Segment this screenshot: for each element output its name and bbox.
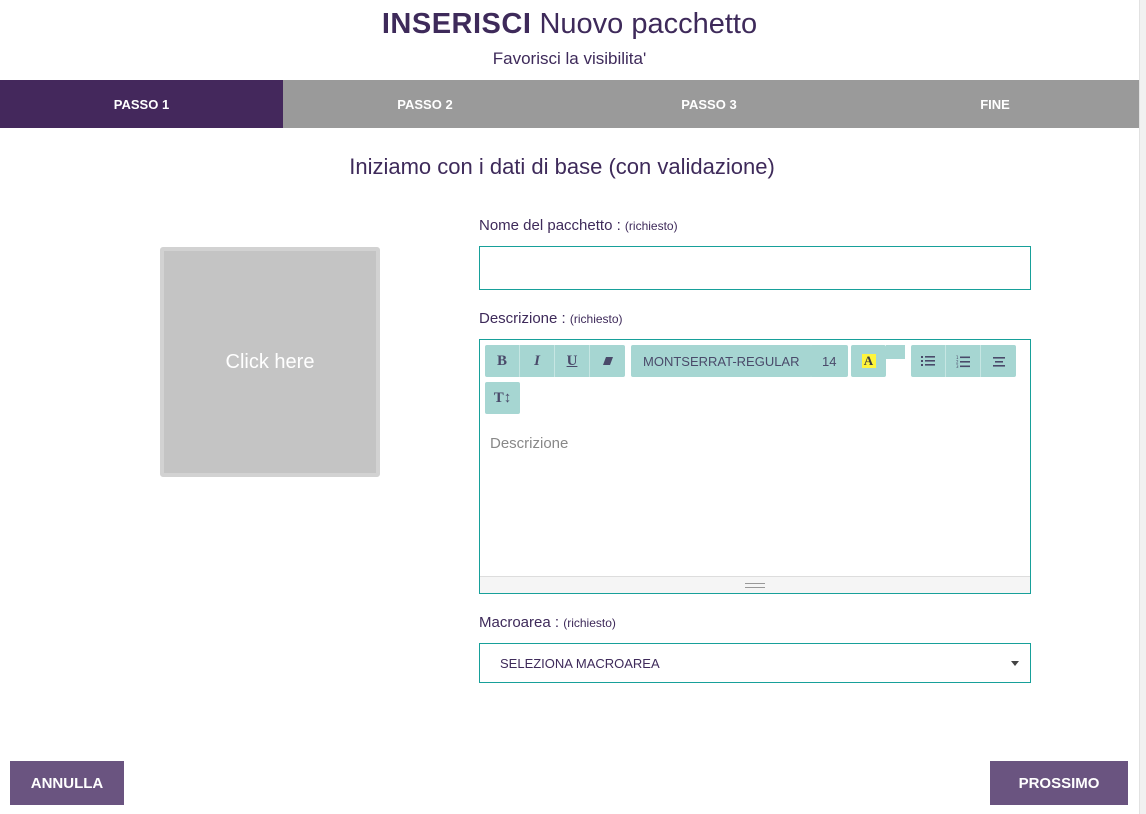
page-title-strong: INSERISCI bbox=[381, 8, 532, 40]
paragraph-button-group: 1 2 3 bbox=[911, 345, 1016, 377]
description-field-label: Descrizione : (richiesto) bbox=[479, 310, 623, 327]
numbered-list-icon: 1 2 3 bbox=[956, 355, 970, 368]
color-dropdown-toggle[interactable] bbox=[886, 345, 905, 359]
name-field-label-text: Nome del pacchetto : bbox=[479, 217, 621, 234]
height-button-group: T↕ bbox=[485, 382, 520, 414]
font-size-dropdown[interactable]: 14 bbox=[810, 345, 848, 377]
next-button[interactable]: PROSSIMO bbox=[990, 761, 1128, 805]
align-icon bbox=[992, 356, 1005, 367]
unordered-list-button[interactable] bbox=[911, 345, 946, 377]
format-button-group: B I U bbox=[485, 345, 625, 377]
step-tab-end[interactable]: FINE bbox=[851, 80, 1139, 128]
chevron-down-icon bbox=[1011, 661, 1019, 666]
text-color-icon: A bbox=[861, 354, 876, 368]
cancel-button[interactable]: ANNULLA bbox=[10, 761, 124, 805]
page-title: INSERISCI Nuovo pacchetto bbox=[0, 8, 1139, 41]
macroarea-selected-value: SELEZIONA MACROAREA bbox=[500, 655, 660, 671]
font-family-group: MONTSERRAT-REGULAR bbox=[631, 345, 812, 377]
macroarea-field-label-text: Macroarea : bbox=[479, 614, 560, 631]
description-editor: B I U MONTSERRAT-REGULAR 14 A 1 2 3 T↕ D… bbox=[479, 339, 1031, 594]
text-color-button[interactable]: A bbox=[851, 345, 886, 377]
macroarea-select[interactable]: SELEZIONA MACROAREA bbox=[479, 643, 1031, 683]
resize-grip-icon bbox=[745, 582, 765, 588]
eraser-icon bbox=[602, 357, 613, 365]
italic-button[interactable]: I bbox=[520, 345, 555, 377]
macroarea-field-label: Macroarea : (richiesto) bbox=[479, 614, 616, 631]
section-title: Iniziamo con i dati di base (con validaz… bbox=[349, 154, 775, 179]
step-tab-3[interactable]: PASSO 3 bbox=[567, 80, 851, 128]
step-tab-1[interactable]: PASSO 1 bbox=[0, 80, 283, 128]
page-title-rest: Nuovo pacchetto bbox=[539, 8, 758, 40]
bold-button[interactable]: B bbox=[485, 345, 520, 377]
package-name-input[interactable] bbox=[479, 246, 1031, 290]
wizard-steps: PASSO 1 PASSO 2 PASSO 3 FINE bbox=[0, 80, 1139, 128]
description-editor-body[interactable]: Descrizione bbox=[490, 435, 568, 452]
underline-button[interactable]: U bbox=[555, 345, 590, 377]
editor-resize-handle[interactable] bbox=[480, 576, 1030, 593]
description-field-required: (richiesto) bbox=[569, 312, 623, 326]
macroarea-field-required: (richiesto) bbox=[563, 616, 616, 630]
name-field-required: (richiesto) bbox=[624, 219, 678, 233]
font-family-dropdown[interactable]: MONTSERRAT-REGULAR bbox=[631, 345, 812, 377]
bullet-list-icon bbox=[921, 356, 935, 366]
page-scrollbar[interactable] bbox=[1139, 0, 1146, 814]
line-height-button[interactable]: T↕ bbox=[485, 382, 520, 414]
font-size-group: 14 bbox=[810, 345, 849, 377]
align-button[interactable] bbox=[981, 345, 1016, 377]
page-header: INSERISCI Nuovo pacchetto Favorisci la v… bbox=[0, 0, 1139, 80]
image-upload-label: Click here bbox=[225, 350, 315, 373]
description-field-label-text: Descrizione : bbox=[479, 310, 566, 327]
color-group: A bbox=[851, 345, 886, 377]
name-field-label: Nome del pacchetto : (richiesto) bbox=[479, 217, 678, 234]
page-subtitle: Favorisci la visibilita' bbox=[492, 49, 647, 68]
eraser-button[interactable] bbox=[590, 345, 625, 377]
image-upload-dropzone[interactable]: Click here bbox=[160, 247, 380, 477]
step-tab-2[interactable]: PASSO 2 bbox=[283, 80, 567, 128]
svg-text:3: 3 bbox=[956, 364, 959, 368]
ordered-list-button[interactable]: 1 2 3 bbox=[946, 345, 981, 377]
